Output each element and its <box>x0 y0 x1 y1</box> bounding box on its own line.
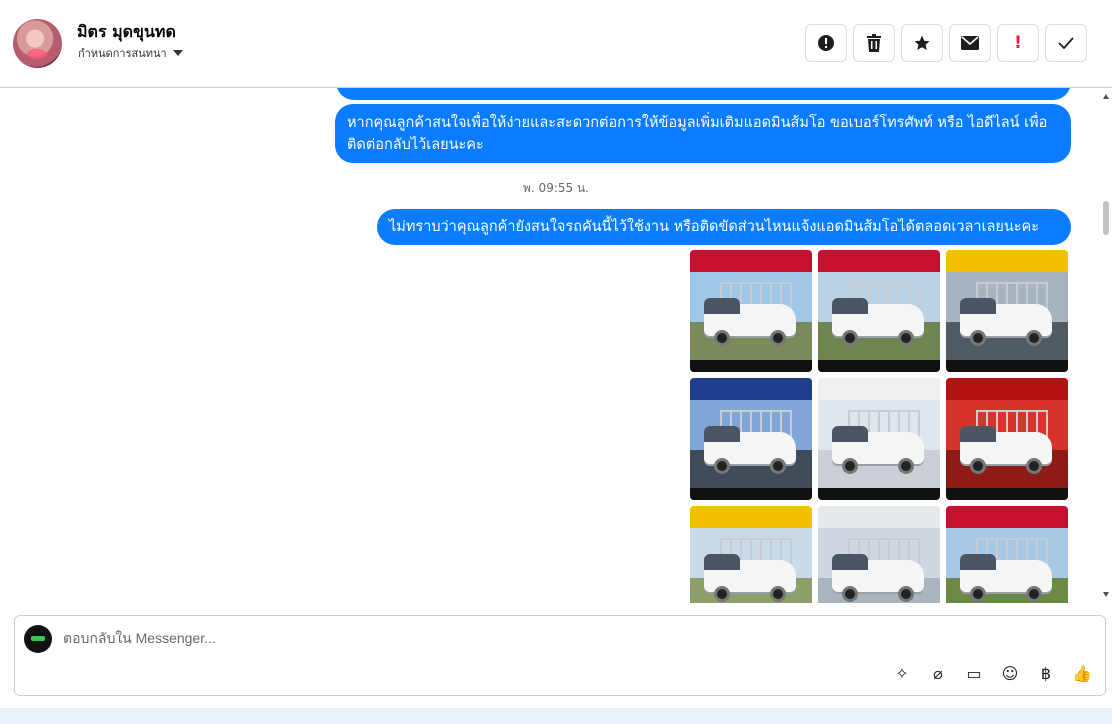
conversation-schedule-label: กำหนดการสนทนา <box>78 47 167 60</box>
thread-scrollbar[interactable] <box>1100 88 1112 603</box>
message-timestamp: พ. 09:55 น. <box>523 181 589 195</box>
sticker-icon[interactable]: ✧ <box>891 662 913 684</box>
chat-bubble-icon[interactable]: ▭ <box>963 662 985 684</box>
page-avatar <box>24 625 52 653</box>
photo-attachments-grid <box>690 250 1068 603</box>
contact-name[interactable]: มิตร มุดขุนทด <box>77 20 176 45</box>
alert-button[interactable] <box>805 24 847 62</box>
star-icon <box>914 35 930 51</box>
paperclip-icon[interactable]: ⌀ <box>927 662 949 684</box>
photo-attachment[interactable] <box>690 250 812 372</box>
photo-attachment[interactable] <box>946 506 1068 603</box>
photo-attachment[interactable] <box>690 378 812 500</box>
conversation-schedule-dropdown[interactable]: กำหนดการสนทนา <box>78 44 183 62</box>
reply-input[interactable] <box>63 626 963 650</box>
thumbs-up-icon[interactable]: 👍 <box>1071 662 1093 684</box>
checkmark-icon <box>1058 37 1074 49</box>
photo-attachment[interactable] <box>818 506 940 603</box>
message-thread[interactable]: หากคุณลูกค้าสนใจเพื่อให้ง่ายและสะดวกต่อก… <box>0 88 1100 603</box>
emoji-icon[interactable]: ☺ <box>999 662 1021 684</box>
photo-attachment[interactable] <box>818 378 940 500</box>
message-bubble: ไม่ทราบว่าคุณลูกค้ายังสนใจรถคันนี้ไว้ใช้… <box>377 209 1071 245</box>
composer-tools: ✧ ⌀ ▭ ☺ ฿ 👍 <box>891 662 1093 684</box>
star-button[interactable] <box>901 24 943 62</box>
caret-down-icon <box>172 50 183 56</box>
baht-icon[interactable]: ฿ <box>1035 662 1057 684</box>
trash-icon <box>867 34 881 52</box>
avatar[interactable] <box>13 19 62 68</box>
photo-attachment[interactable] <box>946 250 1068 372</box>
photo-attachment[interactable] <box>690 506 812 603</box>
conversation-header: มิตร มุดขุนทด กำหนดการสนทนา ! <box>0 0 1112 88</box>
page-footer-strip <box>0 708 1112 724</box>
exclamation-icon: ! <box>1014 33 1022 53</box>
spam-button[interactable]: ! <box>997 24 1039 62</box>
alert-circle-icon <box>818 35 834 51</box>
envelope-icon <box>961 36 979 50</box>
mark-unread-button[interactable] <box>949 24 991 62</box>
scroll-down-arrow-icon[interactable] <box>1103 592 1109 597</box>
photo-attachment[interactable] <box>818 250 940 372</box>
messenger-inbox: มิตร มุดขุนทด กำหนดการสนทนา ! หากคุณลูกค… <box>0 0 1112 724</box>
conversation-toolbar: ! <box>805 24 1087 62</box>
mark-done-button[interactable] <box>1045 24 1087 62</box>
message-bubble-partial <box>336 88 1071 100</box>
message-bubble: หากคุณลูกค้าสนใจเพื่อให้ง่ายและสะดวกต่อก… <box>335 104 1071 163</box>
scrollbar-thumb[interactable] <box>1103 201 1109 235</box>
scroll-up-arrow-icon[interactable] <box>1103 94 1109 99</box>
delete-button[interactable] <box>853 24 895 62</box>
reply-composer: ✧ ⌀ ▭ ☺ ฿ 👍 <box>14 615 1106 696</box>
photo-attachment[interactable] <box>946 378 1068 500</box>
